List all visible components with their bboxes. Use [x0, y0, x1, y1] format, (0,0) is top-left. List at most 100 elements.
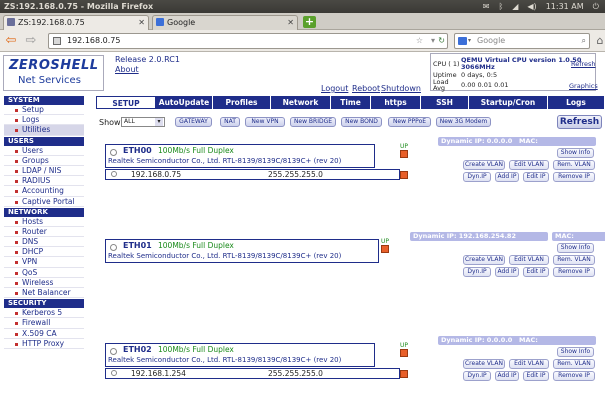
- home-icon[interactable]: ⌂: [593, 34, 605, 48]
- tab-setup[interactable]: SETUP: [96, 96, 156, 109]
- sidebar-item-users[interactable]: Users: [4, 145, 84, 156]
- sidebar-item-hosts[interactable]: Hosts: [4, 216, 84, 227]
- tab-ssh[interactable]: SSH: [421, 96, 469, 109]
- reboot-link[interactable]: Reboot: [352, 84, 380, 93]
- interface-radio[interactable]: [110, 348, 117, 355]
- remove-ip-button[interactable]: Remove IP: [553, 172, 595, 182]
- sidebar-item-wireless[interactable]: Wireless: [4, 277, 84, 288]
- close-tab-icon[interactable]: ✕: [287, 16, 294, 29]
- volume-icon[interactable]: ◀): [527, 0, 536, 13]
- dyn-ip-button[interactable]: Dyn.IP: [463, 172, 491, 182]
- sidebar-item-captive-portal[interactable]: Captive Portal: [4, 196, 84, 207]
- bookmark-star-icon[interactable]: ☆: [416, 34, 423, 48]
- new-tab-icon[interactable]: +: [303, 16, 316, 28]
- mail-icon[interactable]: ✉: [483, 0, 490, 13]
- sidebar-item-accounting[interactable]: Accounting: [4, 186, 84, 197]
- tab-profiles[interactable]: Profiles: [213, 96, 271, 109]
- edit-ip-button[interactable]: Edit IP: [523, 267, 549, 277]
- tab-https[interactable]: https: [371, 96, 421, 109]
- sidebar-item-firewall[interactable]: Firewall: [4, 318, 84, 329]
- sidebar-item-logs[interactable]: Logs: [4, 115, 84, 126]
- sidebar-item-ldap-nis[interactable]: LDAP / NIS: [4, 165, 84, 177]
- sidebar-item-http-proxy[interactable]: HTTP Proxy: [4, 338, 84, 349]
- about-link[interactable]: About: [115, 65, 139, 74]
- show-info-button[interactable]: Show Info: [557, 347, 594, 357]
- tab-network[interactable]: Network: [271, 96, 331, 109]
- dyn-ip-button[interactable]: Dyn.IP: [463, 371, 491, 381]
- tab-google[interactable]: Google ✕: [152, 15, 298, 30]
- show-info-button[interactable]: Show Info: [557, 243, 594, 253]
- add-ip-button[interactable]: Add IP: [495, 172, 519, 182]
- edit-vlan-button[interactable]: Edit VLAN: [509, 160, 549, 170]
- clock[interactable]: 11:31 AM: [546, 0, 584, 13]
- new-3g-modem-button[interactable]: New 3G Modem: [436, 117, 491, 127]
- remove-ip-button[interactable]: Remove IP: [553, 371, 595, 381]
- sidebar-item-dns[interactable]: DNS: [4, 237, 84, 248]
- site-identity-icon[interactable]: [53, 37, 61, 45]
- url-bar[interactable]: 192.168.0.75 ☆ ▾ ↻: [48, 33, 448, 49]
- reload-icon[interactable]: ↻: [438, 34, 445, 48]
- sidebar-item-utilities[interactable]: Utilities: [4, 125, 84, 136]
- create-vlan-button[interactable]: Create VLAN: [463, 359, 505, 369]
- tab-logs[interactable]: Logs: [548, 96, 605, 109]
- new-pppoe-button[interactable]: New PPPoE: [388, 117, 431, 127]
- ip-radio[interactable]: [111, 171, 117, 177]
- interface-checkbox[interactable]: [381, 245, 389, 253]
- edit-ip-button[interactable]: Edit IP: [523, 371, 549, 381]
- interface-radio[interactable]: [110, 149, 117, 156]
- logout-link[interactable]: Logout: [321, 84, 348, 93]
- ip-checkbox[interactable]: [400, 171, 408, 179]
- sidebar-item-router[interactable]: Router: [4, 226, 84, 238]
- shutdown-link[interactable]: Shutdown: [381, 84, 421, 93]
- search-bar[interactable]: ▾ Google ⌕: [454, 33, 590, 49]
- sidebar-item-qos[interactable]: QoS: [4, 267, 84, 278]
- ip-checkbox[interactable]: [400, 370, 408, 378]
- show-select[interactable]: ALL ▾: [121, 117, 165, 127]
- dropdown-icon[interactable]: ▾: [431, 34, 435, 48]
- ip-radio[interactable]: [111, 370, 117, 376]
- sidebar-item-dhcp[interactable]: DHCP: [4, 247, 84, 258]
- nat-button[interactable]: NAT: [220, 117, 240, 127]
- rem-vlan-button[interactable]: Rem. VLAN: [553, 359, 595, 369]
- bluetooth-icon[interactable]: ᛒ: [498, 0, 503, 13]
- sidebar-item-groups[interactable]: Groups: [4, 155, 84, 166]
- interface-checkbox[interactable]: [400, 150, 408, 158]
- gateway-button[interactable]: GATEWAY: [175, 117, 212, 127]
- tab-autoupdate[interactable]: AutoUpdate: [156, 96, 213, 109]
- create-vlan-button[interactable]: Create VLAN: [463, 160, 505, 170]
- tab-startup-cron[interactable]: Startup/Cron: [469, 96, 548, 109]
- new-vpn-button[interactable]: New VPN: [245, 117, 285, 127]
- tab-time[interactable]: Time: [331, 96, 371, 109]
- tab-zeroshell[interactable]: ZS:192.168.0.75 ✕: [3, 15, 149, 30]
- dyn-ip-button[interactable]: Dyn.IP: [463, 267, 491, 277]
- rem-vlan-button[interactable]: Rem. VLAN: [553, 160, 595, 170]
- new-bridge-button[interactable]: New BRIDGE: [290, 117, 336, 127]
- cpu-refresh-link[interactable]: Refresh: [571, 60, 596, 68]
- sidebar-item-vpn[interactable]: VPN: [4, 257, 84, 268]
- power-icon[interactable]: ⏻: [593, 0, 599, 13]
- signal-icon[interactable]: ◢: [512, 0, 518, 13]
- interface-radio[interactable]: [110, 244, 117, 251]
- new-bond-button[interactable]: New BOND: [341, 117, 382, 127]
- edit-vlan-button[interactable]: Edit VLAN: [509, 255, 549, 265]
- close-tab-icon[interactable]: ✕: [138, 16, 145, 29]
- sidebar-item-kerberos-5[interactable]: Kerberos 5: [4, 308, 84, 319]
- google-engine-icon[interactable]: [458, 37, 467, 45]
- back-icon[interactable]: ⇦: [4, 34, 18, 48]
- sidebar-item-net-balancer[interactable]: Net Balancer: [4, 288, 84, 299]
- search-icon[interactable]: ⌕: [582, 34, 586, 48]
- engine-dropdown-icon[interactable]: ▾: [468, 34, 471, 48]
- edit-vlan-button[interactable]: Edit VLAN: [509, 359, 549, 369]
- add-ip-button[interactable]: Add IP: [495, 267, 519, 277]
- sidebar-item-setup[interactable]: Setup: [4, 105, 84, 116]
- graphics-link[interactable]: Graphics: [569, 82, 598, 90]
- forward-icon[interactable]: ⇨: [24, 34, 38, 48]
- remove-ip-button[interactable]: Remove IP: [553, 267, 595, 277]
- edit-ip-button[interactable]: Edit IP: [523, 172, 549, 182]
- interface-checkbox[interactable]: [400, 349, 408, 357]
- refresh-button[interactable]: Refresh: [557, 115, 602, 129]
- sidebar-item-radius[interactable]: RADIUS: [4, 176, 84, 187]
- create-vlan-button[interactable]: Create VLAN: [463, 255, 505, 265]
- rem-vlan-button[interactable]: Rem. VLAN: [553, 255, 595, 265]
- add-ip-button[interactable]: Add IP: [495, 371, 519, 381]
